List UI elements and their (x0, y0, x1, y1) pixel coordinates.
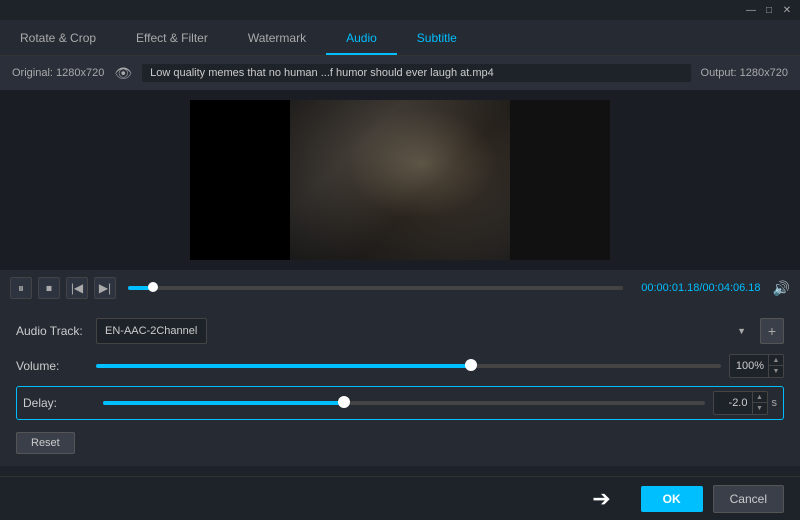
prev-button[interactable]: |◀ (66, 277, 88, 299)
tab-effect-filter[interactable]: Effect & Filter (116, 23, 228, 55)
audio-track-label: Audio Track: (16, 324, 96, 338)
minimize-button[interactable]: — (744, 3, 758, 17)
eye-icon[interactable]: 👁 (114, 65, 132, 82)
info-bar: Original: 1280x720 👁 Low quality memes t… (0, 56, 800, 90)
volume-fill (96, 364, 471, 368)
output-size-label: Output: 1280x720 (701, 67, 788, 79)
playback-bar: ⏸ ⏹ |◀ ▶| 00:00:01.18/00:04:06.18 🔊 (0, 270, 800, 306)
audio-panel: Audio Track: EN-AAC-2Channel + Volume: 1… (0, 306, 800, 466)
filename-display: Low quality memes that no human ...f hum… (142, 64, 690, 82)
video-preview-area (0, 90, 800, 270)
delay-value: -2.0 (714, 397, 752, 409)
tab-audio[interactable]: Audio (326, 23, 397, 55)
volume-spin-down[interactable]: ▼ (769, 366, 783, 377)
video-thumbnail (290, 100, 510, 260)
video-black-left (190, 100, 290, 260)
close-button[interactable]: ✕ (780, 3, 794, 17)
volume-spin-up[interactable]: ▲ (769, 355, 783, 366)
delay-spin-up[interactable]: ▲ (753, 392, 767, 403)
tab-bar: Rotate & Crop Effect & Filter Watermark … (0, 20, 800, 56)
progress-bar[interactable] (128, 286, 623, 290)
time-current: 00:00:01.18 (641, 282, 699, 294)
audio-track-row: Audio Track: EN-AAC-2Channel + (16, 318, 784, 344)
progress-thumb[interactable] (148, 282, 158, 292)
audio-track-select[interactable]: EN-AAC-2Channel (96, 318, 207, 344)
cancel-button[interactable]: Cancel (713, 485, 784, 513)
volume-slider-track[interactable] (96, 364, 721, 368)
audio-track-select-wrapper: EN-AAC-2Channel (96, 318, 754, 344)
add-track-button[interactable]: + (760, 318, 784, 344)
tab-rotate-crop[interactable]: Rotate & Crop (0, 23, 116, 55)
delay-fill (103, 401, 344, 405)
delay-label: Delay: (23, 396, 103, 410)
tab-subtitle[interactable]: Subtitle (397, 23, 477, 55)
volume-thumb[interactable] (465, 359, 477, 371)
delay-thumb[interactable] (338, 396, 350, 408)
volume-row: Volume: 100% ▲ ▼ (16, 354, 784, 378)
volume-spinners: ▲ ▼ (768, 355, 783, 377)
bottom-bar: ➔ OK Cancel (0, 476, 800, 520)
video-black-right (510, 100, 610, 260)
delay-slider-track[interactable] (103, 401, 705, 405)
delay-row-wrapper: Delay: -2.0 ▲ ▼ s (16, 386, 784, 420)
volume-value: 100% (730, 360, 768, 372)
reset-button[interactable]: Reset (16, 432, 75, 454)
original-size-label: Original: 1280x720 (12, 67, 104, 79)
volume-value-box: 100% ▲ ▼ (729, 354, 784, 378)
delay-value-box: -2.0 ▲ ▼ (713, 391, 768, 415)
time-display: 00:00:01.18/00:04:06.18 (641, 282, 760, 294)
ok-button[interactable]: OK (641, 486, 703, 512)
volume-label: Volume: (16, 359, 96, 373)
tab-watermark[interactable]: Watermark (228, 23, 326, 55)
delay-unit: s (772, 397, 778, 409)
next-button[interactable]: ▶| (94, 277, 116, 299)
stop-button[interactable]: ⏹ (38, 277, 60, 299)
delay-spinners: ▲ ▼ (752, 392, 767, 414)
volume-icon[interactable]: 🔊 (773, 280, 790, 297)
delay-row: Delay: -2.0 ▲ ▼ s (23, 391, 777, 415)
delay-spin-down[interactable]: ▼ (753, 403, 767, 414)
pause-button[interactable]: ⏸ (10, 277, 32, 299)
arrow-icon: ➔ (592, 486, 610, 512)
maximize-button[interactable]: □ (762, 3, 776, 17)
title-bar: — □ ✕ (0, 0, 800, 20)
time-total: 00:04:06.18 (702, 282, 760, 294)
